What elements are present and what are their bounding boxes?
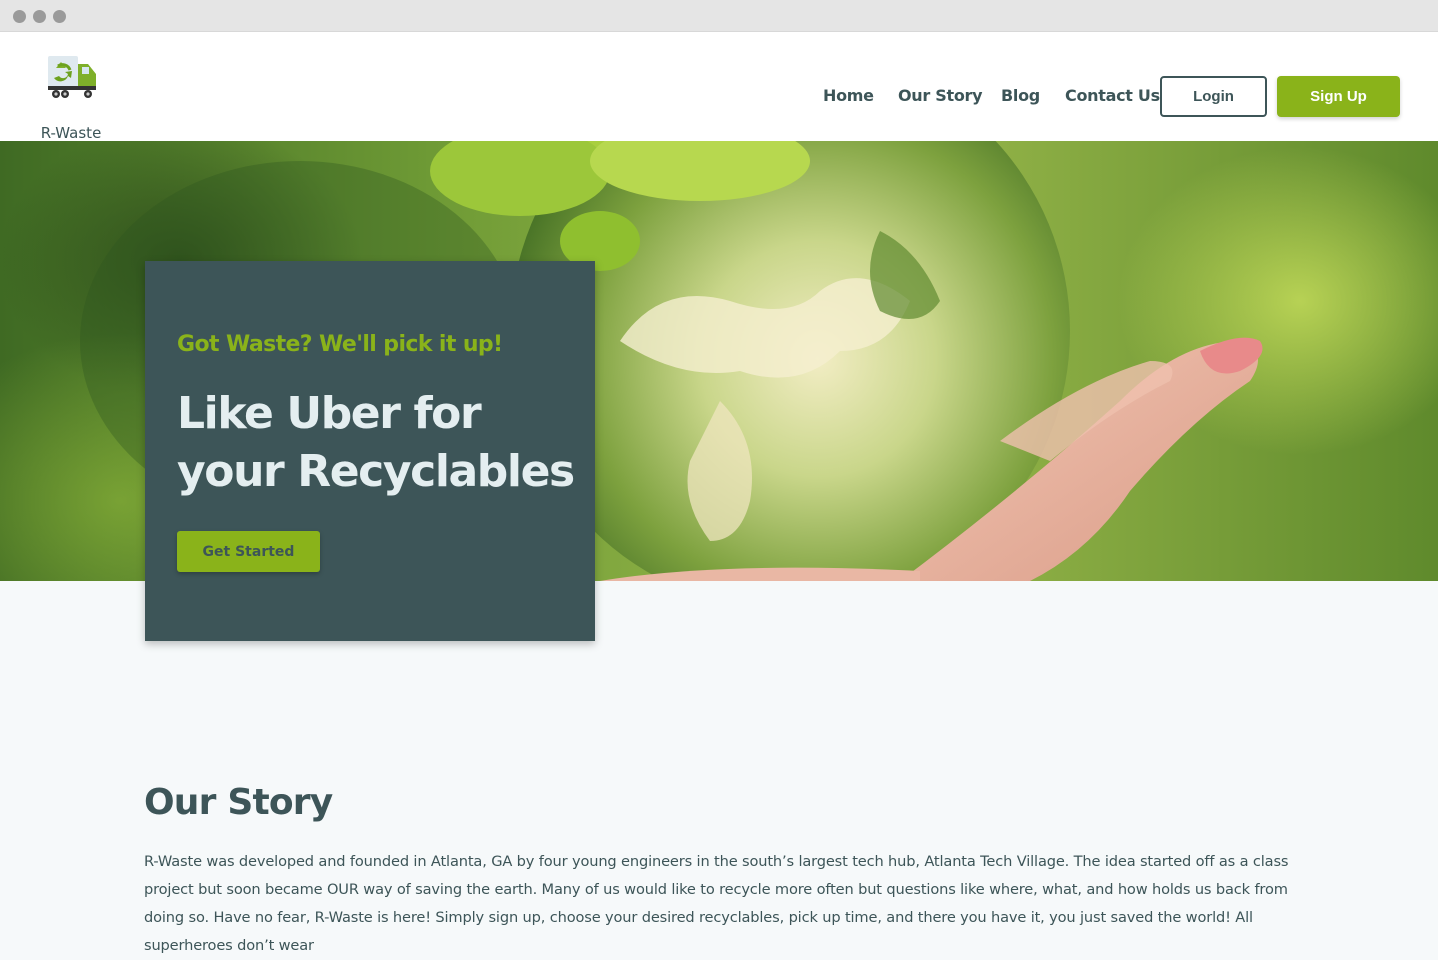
signup-button[interactable]: Sign Up [1277,76,1400,117]
our-story-title: Our Story [144,782,333,823]
nav-link-blog[interactable]: Blog [1001,86,1040,105]
browser-titlebar [0,0,1438,32]
login-button[interactable]: Login [1160,76,1267,117]
nav-link-contact-us[interactable]: Contact Us [1065,86,1160,105]
recycling-truck-icon [48,56,96,98]
brand-logo[interactable]: R-Waste [36,54,106,142]
window-maximize-dot[interactable] [53,10,66,23]
brand-name: R-Waste [40,124,102,142]
hero-title: Like Uber for your Recyclables [177,388,575,497]
nav-link-home[interactable]: Home [823,86,874,105]
hero-kicker: Got Waste? We'll pick it up! [177,332,503,357]
nav-link-our-story[interactable]: Our Story [898,86,983,105]
our-story-body: R-Waste was developed and founded in Atl… [144,853,1289,954]
get-started-button[interactable]: Get Started [177,531,320,572]
site-header: R-Waste Home Our Story Blog Contact Us L… [0,32,1438,142]
window-minimize-dot[interactable] [33,10,46,23]
window-close-dot[interactable] [13,10,26,23]
hero-card: Got Waste? We'll pick it up! Like Uber f… [145,261,595,641]
